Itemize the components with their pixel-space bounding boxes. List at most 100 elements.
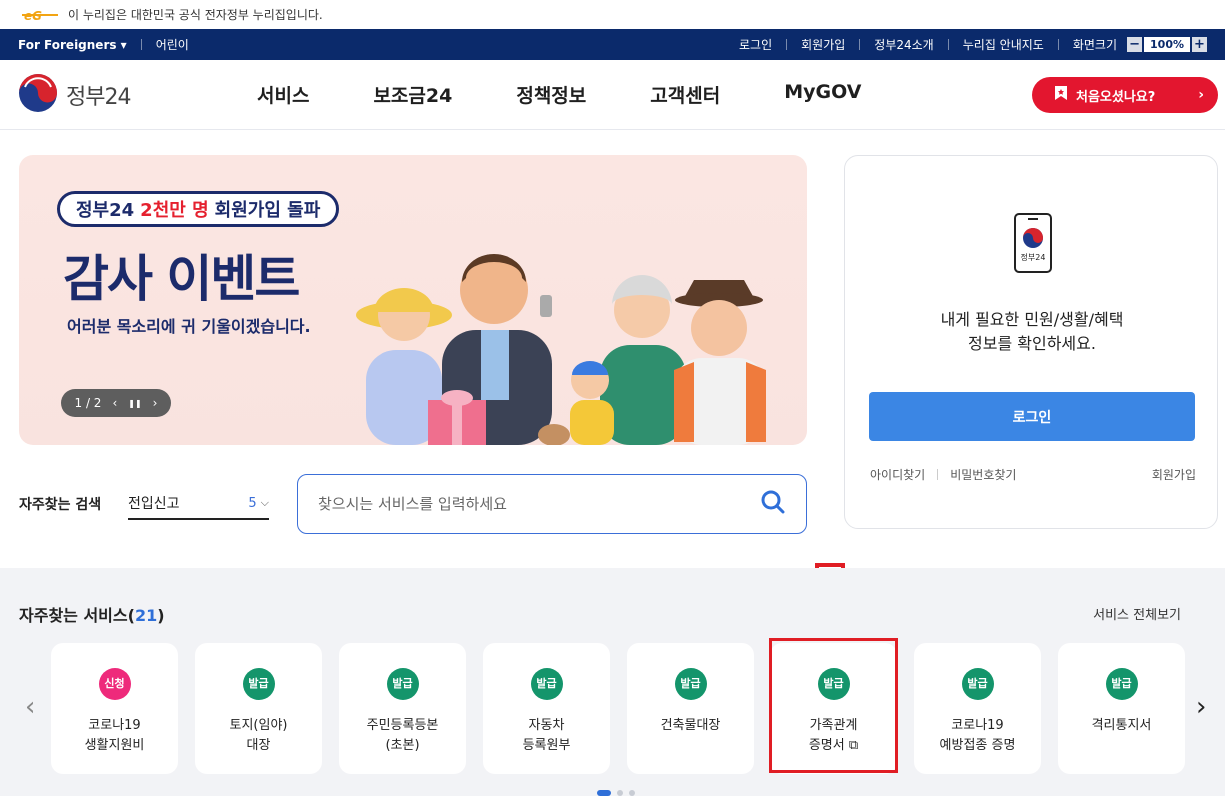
- banner-pill: 정부24 2천만 명 회원가입 돌파: [57, 191, 340, 227]
- issue-badge: 발급: [1105, 668, 1138, 700]
- kids-link[interactable]: 어린이: [156, 36, 189, 53]
- frequent-services-title: 자주찾는 서비스(21): [19, 602, 165, 626]
- service-card-label: 건축물대장: [660, 718, 721, 733]
- issue-badge: 발급: [961, 668, 994, 700]
- frequent-search-label: 자주찾는 검색: [19, 497, 102, 513]
- banner-pager: 1 / 2: [74, 396, 102, 410]
- divider: [140, 39, 142, 50]
- screen-size-label: 화면크기: [1072, 38, 1118, 52]
- util-signup-link[interactable]: 회원가입: [801, 36, 845, 53]
- logo-text: 정부24: [66, 84, 131, 110]
- services-title-text: 자주찾는 서비스: [19, 606, 128, 625]
- zoom-in-button[interactable]: +: [1192, 37, 1207, 52]
- first-visit-button[interactable]: 처음오셨나요? ›: [1032, 77, 1218, 113]
- banner-pill-pre: 정부24: [76, 200, 135, 221]
- frequent-search-keyword[interactable]: 전입신고: [128, 493, 180, 513]
- services-count-close: ): [157, 606, 165, 625]
- service-card-land-register[interactable]: 발급 토지(임야) 대장: [195, 643, 322, 774]
- issue-badge: 발급: [386, 668, 419, 700]
- login-message: 내게 필요한 민원/생활/혜택 정보를 확인하세요.: [845, 308, 1219, 356]
- phone-label: 정부24: [1021, 252, 1046, 262]
- login-message-line1: 내게 필요한 민원/생활/혜택: [940, 310, 1124, 329]
- main-nav-menu: 서비스 보조금24 정책정보 고객센터 MyGOV: [236, 81, 925, 108]
- nav-mygov[interactable]: MyGOV: [784, 81, 861, 108]
- gov-notice-text: 이 누리집은 대한민국 공식 전자정부 누리집입니다.: [68, 8, 323, 22]
- main-header: 정부24 서비스 보조금24 정책정보 고객센터 MyGOV 처음오셨나요? ›: [0, 60, 1225, 130]
- service-card-resident-registration[interactable]: 발급 주민등록등본 (초본): [339, 643, 466, 774]
- mobile-phone-icon: 정부24: [1014, 213, 1052, 277]
- carousel-prev-button[interactable]: ‹: [25, 692, 35, 722]
- find-password-link[interactable]: 비밀번호찾기: [950, 466, 1016, 483]
- find-id-link[interactable]: 아이디찾기: [870, 466, 925, 483]
- service-card-covid-living-support[interactable]: 신청 코로나19 생활지원비: [51, 643, 178, 774]
- card-signup-link[interactable]: 회원가입: [1152, 466, 1196, 483]
- bookmark-star-icon: [1054, 85, 1068, 105]
- login-button[interactable]: 로그인: [869, 392, 1195, 441]
- chevron-down-icon[interactable]: ⌵: [261, 496, 269, 510]
- nav-services[interactable]: 서비스: [257, 81, 309, 108]
- service-card-vehicle-register[interactable]: 발급 자동차 등록원부: [483, 643, 610, 774]
- view-all-services-link[interactable]: 서비스 전체보기: [1093, 604, 1181, 623]
- annotation-highlight-box: [769, 638, 898, 773]
- service-card-label: 자동차 등록원부: [522, 718, 571, 753]
- services-count-open: (: [127, 606, 135, 625]
- carousel-dot[interactable]: [617, 790, 623, 796]
- divider: [937, 469, 939, 480]
- frequent-search-rank: 5: [248, 495, 257, 511]
- login-card: 정부24 내게 필요한 민원/생활/혜택 정보를 확인하세요. 로그인 아이디찾…: [844, 155, 1218, 529]
- event-banner[interactable]: 정부24 2천만 명 회원가입 돌파 감사 이벤트 어러분 목소리에 귀 기울이…: [19, 155, 807, 445]
- issue-badge: 발급: [242, 668, 275, 700]
- nav-subsidy24[interactable]: 보조금24: [373, 81, 452, 108]
- util-login-link[interactable]: 로그인: [739, 36, 772, 53]
- service-card-label: 코로나19 생활지원비: [84, 718, 145, 753]
- login-links: 아이디찾기 비밀번호찾기 회원가입: [870, 466, 1196, 483]
- divider: [947, 39, 949, 50]
- service-card-label: 코로나19 예방접종 증명: [939, 718, 1016, 753]
- service-card-label: 격리통지서: [1091, 718, 1152, 733]
- taegeuk-logo-icon: [18, 73, 58, 117]
- banner-subtitle: 어러분 목소리에 귀 기울이겠습니다.: [67, 317, 311, 336]
- banner-next-button[interactable]: ›: [153, 396, 158, 410]
- for-foreigners-link[interactable]: For Foreigners ▾: [18, 38, 127, 52]
- service-card-building-register[interactable]: 발급 건축물대장: [627, 643, 754, 774]
- frequent-services-section: 자주찾는 서비스(21) 서비스 전체보기 ‹ › 신청 코로나19 생활지원비 …: [0, 568, 1225, 796]
- service-card-label: 주민등록등본 (초본): [366, 718, 439, 753]
- search-icon[interactable]: [760, 489, 786, 519]
- first-visit-label: 처음오셨나요?: [1076, 89, 1156, 105]
- zoom-value: 100%: [1144, 37, 1190, 52]
- egov-logo-icon: eG: [20, 8, 60, 22]
- carousel-dot[interactable]: [629, 790, 635, 796]
- service-card-quarantine-notice[interactable]: 발급 격리통지서: [1058, 643, 1185, 774]
- site-logo[interactable]: 정부24: [18, 73, 208, 117]
- divider: [786, 39, 788, 50]
- divider: [1057, 39, 1059, 50]
- services-count: 21: [134, 606, 158, 625]
- search-input[interactable]: [318, 495, 760, 513]
- issue-badge: 발급: [530, 668, 563, 700]
- zoom-control: − 100% +: [1127, 37, 1207, 52]
- chevron-right-icon: ›: [1198, 87, 1204, 103]
- banner-family-illustration: [344, 250, 794, 445]
- carousel-pagination: [597, 790, 641, 796]
- nav-policy-info[interactable]: 정책정보: [516, 81, 586, 108]
- zoom-out-button[interactable]: −: [1127, 37, 1143, 52]
- util-intro-link[interactable]: 정부24소개: [874, 36, 933, 53]
- banner-pill-highlight: 2천만 명: [140, 200, 209, 221]
- gov-notice-bar: eG 이 누리집은 대한민국 공식 전자정부 누리집입니다.: [0, 0, 1225, 29]
- banner-pill-post: 회원가입 돌파: [214, 200, 321, 221]
- banner-pause-button[interactable]: ❚❚: [128, 399, 141, 408]
- carousel-next-button[interactable]: ›: [1196, 692, 1206, 722]
- util-sitemap-link[interactable]: 누리집 안내지도: [963, 36, 1044, 53]
- divider: [859, 39, 861, 50]
- banner-prev-button[interactable]: ‹: [112, 396, 117, 410]
- service-card-label: 토지(임야) 대장: [229, 718, 288, 753]
- carousel-dot-active[interactable]: [597, 790, 611, 796]
- nav-customer-center[interactable]: 고객센터: [650, 81, 720, 108]
- issue-badge: 발급: [674, 668, 707, 700]
- frequent-search-term[interactable]: 전입신고 5 ⌵: [128, 488, 269, 520]
- apply-badge: 신청: [98, 668, 131, 700]
- banner-slider-controls: 1 / 2 ‹ ❚❚ ›: [61, 389, 171, 417]
- service-card-covid-vaccination-certificate[interactable]: 발급 코로나19 예방접종 증명: [914, 643, 1041, 774]
- service-search-box: [297, 474, 807, 534]
- utility-bar: For Foreigners ▾ 어린이 로그인 회원가입 정부24소개 누리집…: [0, 29, 1225, 60]
